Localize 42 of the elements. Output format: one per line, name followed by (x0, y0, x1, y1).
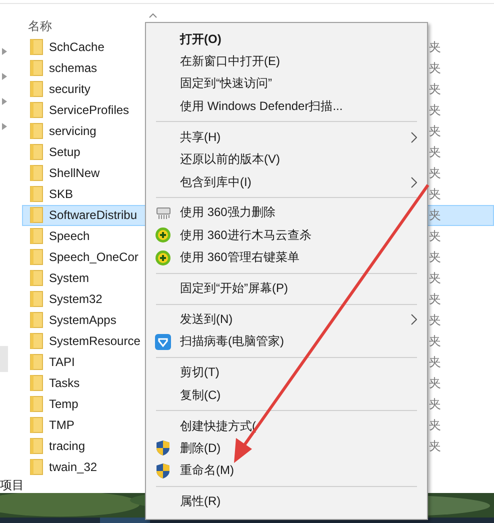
file-name: Temp (49, 397, 78, 412)
file-type: 夹 (429, 186, 441, 203)
file-type: 夹 (429, 80, 441, 98)
file-name: SystemResource (49, 334, 140, 348)
file-name: tracing (49, 439, 86, 454)
file-type: 夹 (429, 248, 441, 266)
file-name: TMP (49, 418, 74, 432)
file-type: 夹 (429, 374, 441, 392)
file-name: TAPI (49, 355, 75, 370)
file-name: System32 (49, 292, 102, 306)
file-type: 夹 (429, 122, 441, 140)
file-name: security (49, 82, 90, 96)
file-name: schemas (49, 61, 98, 76)
file-name: Tasks (49, 376, 80, 390)
file-type: 夹 (429, 354, 441, 371)
file-type: 夹 (429, 206, 441, 224)
file-type: 夹 (429, 332, 441, 350)
file-type: 夹 (429, 438, 441, 455)
file-name: SystemApps (49, 313, 116, 328)
file-type: 夹 (429, 270, 441, 287)
file-type: 夹 (429, 416, 441, 434)
file-type: 夹 (429, 60, 441, 77)
file-type: 夹 (429, 290, 441, 308)
file-name: SKB (49, 187, 74, 202)
file-name: SchCache (49, 40, 104, 54)
file-name: SoftwareDistribu (49, 208, 138, 222)
file-name: twain_32 (49, 460, 98, 474)
file-type: 夹 (429, 228, 441, 245)
file-name: Speech (49, 229, 90, 244)
file-type: 夹 (429, 144, 441, 161)
file-type: 夹 (429, 38, 441, 56)
file-name: ServiceProfiles (49, 103, 130, 118)
file-type: 夹 (429, 102, 441, 119)
file-type: 夹 (429, 396, 441, 413)
file-name: servicing (49, 124, 96, 138)
file-name: ShellNew (49, 166, 100, 180)
file-type: 夹 (429, 312, 441, 329)
file-name: Setup (49, 145, 80, 160)
status-text: 项目 (0, 477, 24, 494)
file-name: System (49, 271, 90, 286)
file-name: Speech_OneCor (49, 250, 138, 264)
file-type: 夹 (429, 164, 441, 182)
